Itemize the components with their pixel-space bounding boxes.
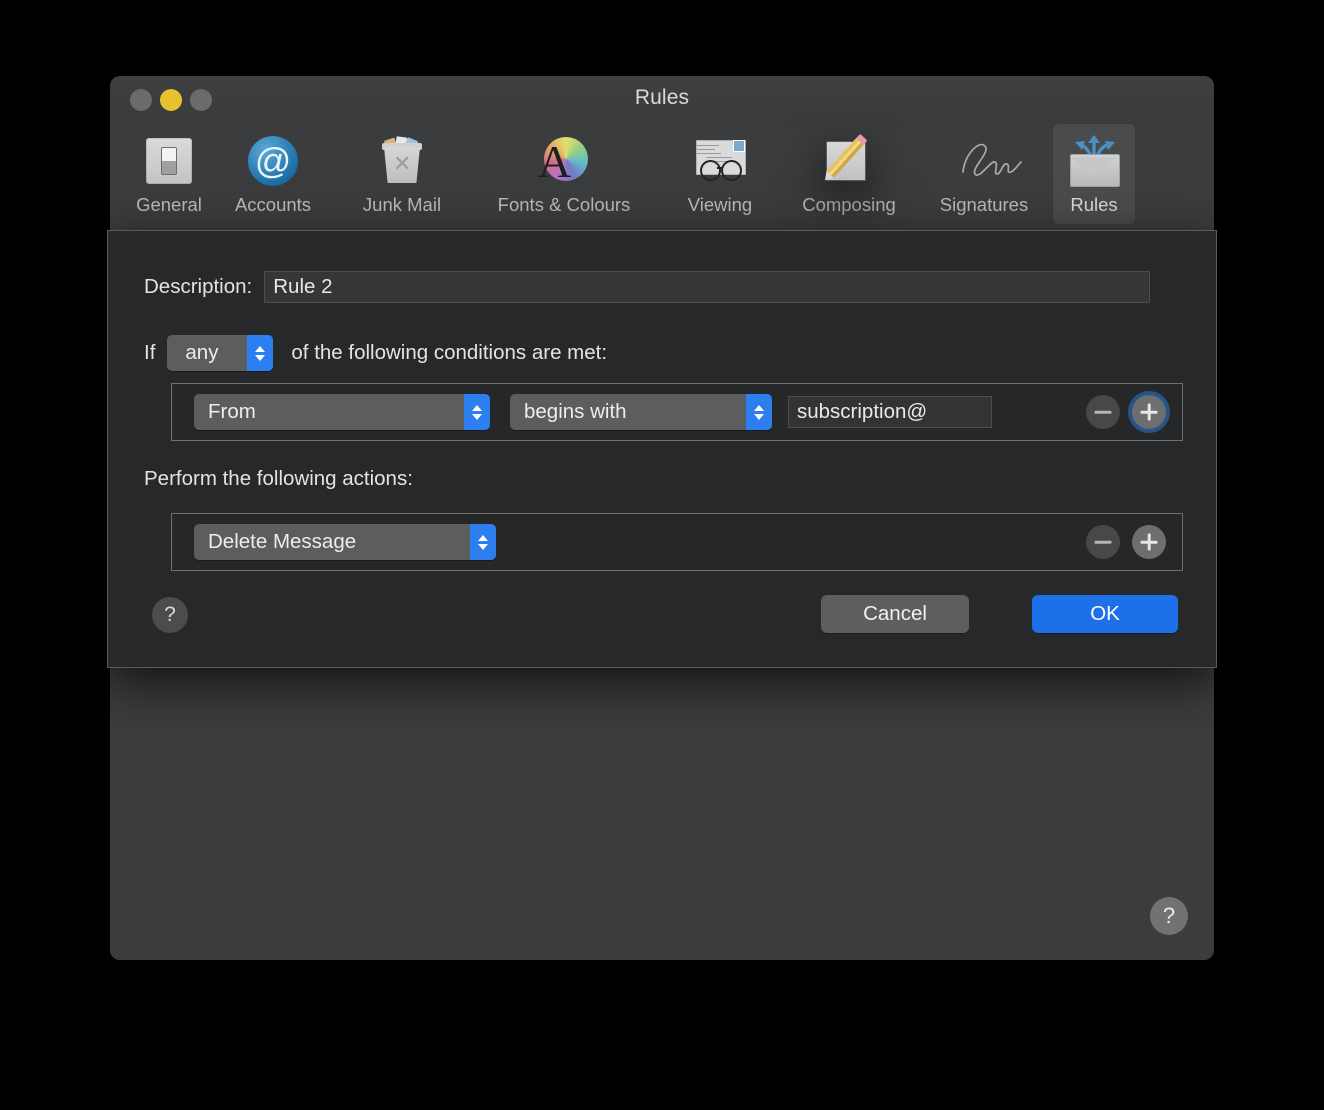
- condition-value-input[interactable]: [788, 396, 992, 428]
- description-label: Description:: [144, 275, 253, 298]
- add-action-button[interactable]: [1132, 525, 1166, 559]
- toolbar-item-accounts[interactable]: @ Accounts: [213, 124, 333, 224]
- window-title: Rules: [634, 86, 690, 109]
- condition-operator-value: begins with: [524, 400, 627, 423]
- help-button-preferences[interactable]: ?: [1150, 897, 1188, 935]
- actions-container: Delete Message: [171, 513, 1183, 571]
- toolbar-label-fonts-colours: Fonts & Colours: [497, 194, 631, 215]
- toolbar-item-fonts-colours[interactable]: A Fonts & Colours: [471, 124, 657, 224]
- action-row: Delete Message: [194, 523, 1172, 561]
- pencil-paper-icon: [820, 132, 878, 190]
- chevron-updown-icon: [247, 335, 274, 371]
- actions-label: Perform the following actions:: [144, 467, 413, 490]
- chevron-updown-icon: [464, 394, 490, 430]
- screen: Rules General @ Accounts ✕ Junk Mail A F…: [0, 0, 1324, 1110]
- font-colour-icon: A: [535, 132, 593, 190]
- toolbar-label-general: General: [136, 194, 202, 215]
- preferences-toolbar: General @ Accounts ✕ Junk Mail A Fonts &…: [110, 124, 1214, 234]
- add-condition-button[interactable]: [1132, 395, 1166, 429]
- description-input[interactable]: [264, 271, 1151, 303]
- chevron-updown-icon: [746, 394, 772, 430]
- toolbar-label-composing: Composing: [802, 194, 896, 215]
- match-type-value: any: [185, 341, 219, 364]
- condition-operator-select[interactable]: begins with: [510, 394, 772, 430]
- signature-icon: [955, 132, 1022, 190]
- toolbar-item-rules[interactable]: Rules: [1053, 124, 1135, 224]
- condition-row-buttons: [1086, 395, 1172, 429]
- sheet-footer: ? Cancel OK: [108, 589, 1216, 649]
- if-label: If: [144, 341, 156, 364]
- toolbar-label-accounts: Accounts: [234, 194, 312, 215]
- cancel-button[interactable]: Cancel: [821, 595, 969, 633]
- condition-match-row: If any of the following conditions are m…: [144, 335, 607, 371]
- conditions-container: From begins with: [171, 383, 1183, 441]
- window-titlebar: Rules: [110, 76, 1214, 124]
- rule-editor-sheet: Description: If any of the following con…: [107, 230, 1217, 668]
- match-type-select[interactable]: any: [167, 335, 274, 371]
- trash-can-icon: ✕: [373, 132, 431, 190]
- remove-action-button[interactable]: [1086, 525, 1120, 559]
- action-select[interactable]: Delete Message: [194, 524, 496, 560]
- toolbar-item-viewing[interactable]: Viewing: [660, 124, 780, 224]
- envelope-glasses-icon: [691, 132, 749, 190]
- help-button-sheet[interactable]: ?: [152, 597, 188, 633]
- at-sign-icon: @: [244, 132, 302, 190]
- condition-field-select[interactable]: From: [194, 394, 490, 430]
- toolbar-item-general[interactable]: General: [128, 124, 210, 224]
- condition-field-value: From: [208, 400, 256, 423]
- toolbar-label-junk-mail: Junk Mail: [362, 194, 442, 215]
- toolbar-item-signatures[interactable]: Signatures: [918, 124, 1050, 224]
- conditions-tail-label: of the following conditions are met:: [291, 341, 608, 364]
- toolbar-item-junk-mail[interactable]: ✕ Junk Mail: [336, 124, 468, 224]
- toolbar-label-rules: Rules: [1070, 194, 1118, 215]
- description-row: Description:: [144, 271, 1151, 303]
- remove-condition-button[interactable]: [1086, 395, 1120, 429]
- action-row-buttons: [1086, 525, 1172, 559]
- rules-envelope-icon: [1065, 132, 1123, 190]
- general-switch-icon: [140, 132, 198, 190]
- condition-row: From begins with: [194, 393, 1172, 431]
- toolbar-label-viewing: Viewing: [687, 194, 753, 215]
- toolbar-item-composing[interactable]: Composing: [783, 124, 915, 224]
- chevron-updown-icon: [470, 524, 496, 560]
- action-value: Delete Message: [208, 530, 357, 553]
- ok-button[interactable]: OK: [1032, 595, 1178, 633]
- toolbar-label-signatures: Signatures: [939, 194, 1029, 215]
